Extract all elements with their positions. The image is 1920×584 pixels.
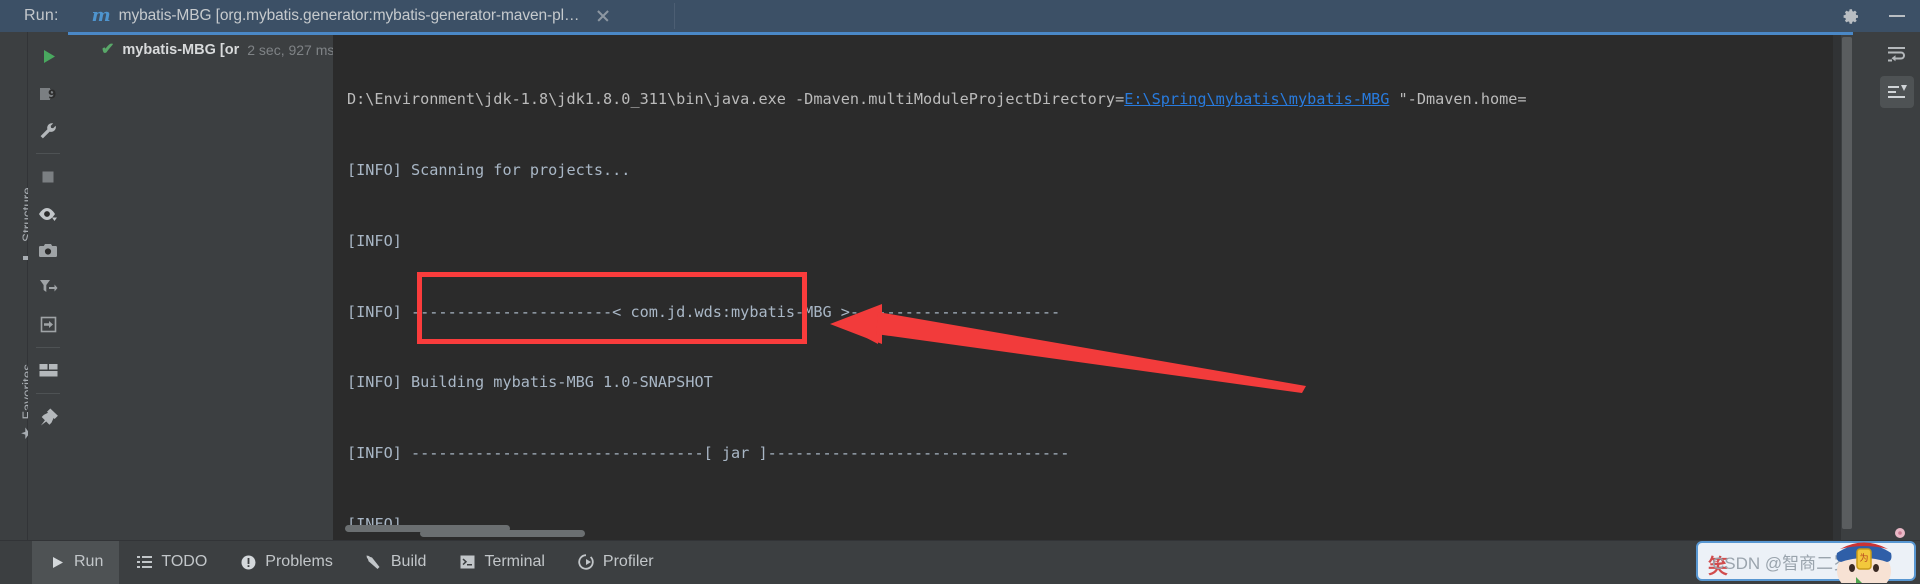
pin-tab-button[interactable] bbox=[28, 398, 68, 435]
toggle-auto-scroll-button[interactable] bbox=[28, 195, 68, 232]
tool-window-left-stripe: Structure ★ Favorites bbox=[0, 32, 28, 540]
window-controls bbox=[1828, 0, 1920, 32]
bottom-tab-build-label: Build bbox=[391, 553, 427, 571]
minimize-button[interactable] bbox=[1874, 0, 1920, 32]
bottom-tab-run-label: Run bbox=[74, 553, 103, 571]
scroll-to-end-icon bbox=[1886, 82, 1908, 102]
rail-divider bbox=[36, 393, 60, 394]
import-icon bbox=[39, 315, 58, 334]
stop-icon bbox=[39, 168, 57, 186]
import-button[interactable] bbox=[28, 306, 68, 343]
console-line: [INFO] Scanning for projects... bbox=[347, 159, 1853, 183]
run-actions-toolbar: 9 bbox=[28, 32, 68, 546]
camera-icon bbox=[38, 242, 58, 259]
play-icon bbox=[48, 553, 66, 571]
wrench-icon bbox=[38, 121, 58, 141]
edit-configurations-button[interactable] bbox=[28, 112, 68, 149]
soft-wrap-button[interactable] bbox=[1880, 38, 1914, 70]
console-right-toolbar bbox=[1873, 32, 1920, 546]
bottom-tab-terminal-label: Terminal bbox=[484, 553, 544, 571]
rail-divider bbox=[36, 153, 60, 154]
bottom-tab-profiler-label: Profiler bbox=[603, 553, 654, 571]
bottom-tool-window-bar: Run TODO Problems bbox=[0, 540, 1920, 583]
run-tree-item-label: mybatis-MBG [or bbox=[122, 42, 239, 58]
list-icon bbox=[135, 553, 153, 571]
filter-icon bbox=[38, 278, 58, 297]
console-output[interactable]: D:\Environment\jdk-1.8\jdk1.8.0_311\bin\… bbox=[333, 32, 1853, 540]
run-tree-item-duration: 2 sec, 927 ms bbox=[247, 42, 334, 58]
bottom-tab-todo-label: TODO bbox=[161, 553, 207, 571]
console-line: [INFO] bbox=[347, 230, 1853, 254]
run-toolwindow-header: Run: m mybatis-MBG [org.mybatis.generato… bbox=[0, 0, 1920, 32]
settings-button[interactable] bbox=[1828, 0, 1874, 32]
bottom-tab-profiler[interactable]: Profiler bbox=[561, 541, 670, 584]
rerun-failed-tests-button[interactable]: 9 bbox=[28, 75, 68, 112]
tab-divider bbox=[674, 3, 675, 29]
idea-run-window: Run: m mybatis-MBG [org.mybatis.generato… bbox=[0, 0, 1920, 583]
console-marker-strip[interactable] bbox=[1833, 35, 1841, 540]
console-text: D:\Environment\jdk-1.8\jdk1.8.0_311\bin\… bbox=[333, 35, 1853, 540]
bottom-tab-problems[interactable]: Problems bbox=[223, 541, 349, 584]
rerun-failed-icon: 9 bbox=[38, 85, 59, 103]
print-button[interactable] bbox=[28, 232, 68, 269]
console-line: [INFO] --------------------------------[… bbox=[347, 442, 1853, 466]
rail-divider bbox=[36, 347, 60, 348]
console-vertical-scrollbar[interactable] bbox=[1841, 35, 1853, 540]
scrollbar-thumb[interactable] bbox=[1842, 37, 1852, 529]
profiler-icon bbox=[577, 553, 595, 571]
hammer-icon bbox=[365, 553, 383, 571]
scroll-to-end-button[interactable] bbox=[1880, 76, 1914, 108]
layout-button[interactable] bbox=[28, 352, 68, 389]
eye-icon bbox=[37, 205, 59, 223]
maven-m-icon: m bbox=[92, 7, 111, 25]
run-tree-item[interactable]: ✔ mybatis-MBG [or 2 sec, 927 ms bbox=[101, 42, 333, 58]
run-console-area: ✔ mybatis-MBG [or 2 sec, 927 ms D:\Envir… bbox=[68, 32, 1920, 540]
play-icon bbox=[39, 47, 58, 66]
minimize-icon bbox=[1889, 15, 1905, 17]
console-horizontal-scrollbar[interactable] bbox=[420, 530, 585, 537]
close-icon[interactable] bbox=[595, 8, 611, 24]
console-line: [INFO] Building mybatis-MBG 1.0-SNAPSHOT bbox=[347, 371, 1853, 395]
bottom-tab-todo[interactable]: TODO bbox=[119, 541, 223, 584]
run-window-label: Run: bbox=[24, 7, 59, 25]
warning-icon bbox=[239, 553, 257, 571]
bottom-tab-build[interactable]: Build bbox=[349, 541, 443, 584]
filter-button[interactable] bbox=[28, 269, 68, 306]
svg-text:9: 9 bbox=[48, 87, 56, 101]
run-configuration-tab[interactable]: m mybatis-MBG [org.mybatis.generator:myb… bbox=[84, 0, 622, 32]
stop-button[interactable] bbox=[28, 158, 68, 195]
gear-icon bbox=[1843, 8, 1860, 25]
bottom-tab-terminal[interactable]: Terminal bbox=[442, 541, 560, 584]
soft-wrap-icon bbox=[1886, 44, 1908, 64]
run-tree-panel: ✔ mybatis-MBG [or 2 sec, 927 ms bbox=[68, 32, 333, 540]
green-check-icon: ✔ bbox=[101, 42, 114, 58]
terminal-icon bbox=[458, 553, 476, 571]
console-line: D:\Environment\jdk-1.8\jdk1.8.0_311\bin\… bbox=[347, 88, 1853, 112]
bottom-tab-run[interactable]: Run bbox=[32, 541, 119, 584]
run-configuration-tab-label: mybatis-MBG [org.mybatis.generator:mybat… bbox=[119, 7, 580, 25]
path-link[interactable]: E:\Spring\mybatis\mybatis-MBG bbox=[1124, 90, 1389, 108]
layout-icon bbox=[38, 362, 59, 379]
bottom-tab-problems-label: Problems bbox=[265, 553, 333, 571]
console-line: [INFO] ----------------------< com.jd.wd… bbox=[347, 301, 1853, 325]
rerun-button[interactable] bbox=[28, 38, 68, 75]
pin-icon bbox=[38, 407, 58, 427]
